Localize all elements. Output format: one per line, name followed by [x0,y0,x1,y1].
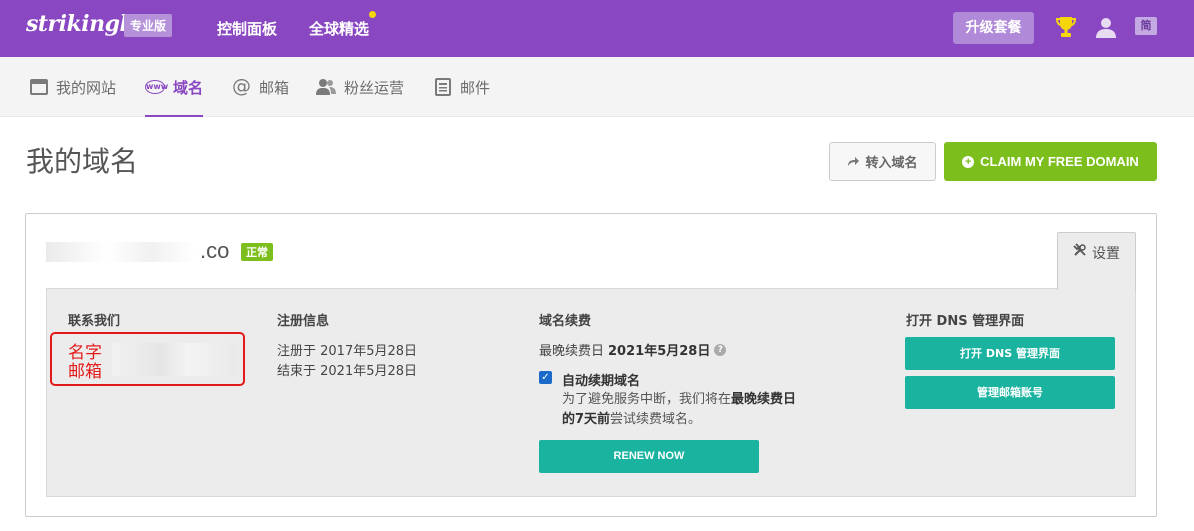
notification-dot [369,11,376,18]
subnav-label: 我的网站 [56,79,117,97]
language-toggle[interactable]: 简 [1135,17,1157,35]
browser-window-icon [30,79,48,95]
settings-label: 设置 [1092,246,1120,262]
claim-free-domain-button[interactable]: + CLAIM MY FREE DOMAIN [944,142,1157,181]
dns-title: 打开 DNS 管理界面 [906,314,1025,329]
transfer-domain-label: 转入域名 [865,156,918,171]
contact-email-label: 邮箱 [68,362,102,382]
registration-title: 注册信息 [277,314,330,329]
manage-mailbox-button[interactable]: 管理邮箱账号 [905,376,1115,409]
page-title: 我的域名 [26,145,139,178]
renewal-title: 域名续费 [539,314,592,329]
contact-title: 联系我们 [68,314,121,329]
expiry-date: 结束于 2021年5月28日 [277,364,418,379]
subnav-label: 域名 [173,79,204,97]
renew-now-button[interactable]: RENEW NOW [539,440,759,473]
subnav-newsletter[interactable]: 邮件 [434,77,490,117]
subnav-label: 邮箱 [259,79,290,97]
plus-circle-icon: + [962,155,975,168]
redacted-domain [46,242,196,262]
claim-domain-label: CLAIM MY FREE DOMAIN [980,154,1139,169]
top-bar: strikingly 专业版 控制面板 全球精选 升级套餐 简 [0,0,1194,57]
at-icon: @ [232,75,251,97]
renewal-deadline-date: 2021年5月28日 [608,344,711,359]
newsletter-icon [435,78,451,96]
nav-global-picks[interactable]: 全球精选 [309,18,369,39]
trophy-icon[interactable] [1056,16,1076,38]
auto-renew-checkbox[interactable]: ✓ [539,371,552,384]
subnav-mailbox[interactable]: @ 邮箱 [232,77,289,117]
users-icon [316,79,336,95]
help-icon[interactable]: ? [714,343,727,356]
domain-name: .co [200,238,229,264]
subnav-fans[interactable]: 粉丝运营 [316,77,404,117]
www-globe-icon: www [145,80,168,94]
registered-date: 注册于 2017年5月28日 [277,344,418,359]
auto-desc-suffix: 尝试续费域名。 [610,412,702,427]
renewal-deadline: 最晚续费日 2021年5月28日 ? [539,340,727,359]
status-badge: 正常 [241,243,273,261]
subnav-label: 粉丝运营 [344,79,405,97]
subnav-domains[interactable]: www 域名 [145,77,204,117]
subnav-my-sites[interactable]: 我的网站 [30,77,116,117]
domain-tld: .co [200,238,230,263]
sub-navigation: 我的网站 www 域名 @ 邮箱 粉丝运营 邮件 [0,57,1194,117]
share-arrow-icon [848,157,860,166]
transfer-domain-button[interactable]: 转入域名 [829,142,936,181]
subnav-label: 邮件 [460,79,491,97]
upgrade-plan-button[interactable]: 升级套餐 [953,12,1034,44]
strikingly-logo[interactable]: strikingly [26,11,140,37]
user-avatar-icon[interactable] [1095,16,1117,38]
settings-tab[interactable]: 设置 [1057,232,1136,290]
open-dns-button[interactable]: 打开 DNS 管理界面 [905,337,1115,370]
tools-icon [1073,243,1086,256]
auto-renew-label: 自动续期域名 [562,374,641,389]
plan-badge: 专业版 [124,14,173,37]
renewal-deadline-label: 最晚续费日 [539,344,605,359]
nav-dashboard[interactable]: 控制面板 [217,18,277,39]
auto-desc-prefix: 为了避免服务中断，我们将在 [562,392,732,407]
auto-renew-description: 为了避免服务中断，我们将在最晚续费日的7天前尝试续费域名。 [562,390,802,430]
